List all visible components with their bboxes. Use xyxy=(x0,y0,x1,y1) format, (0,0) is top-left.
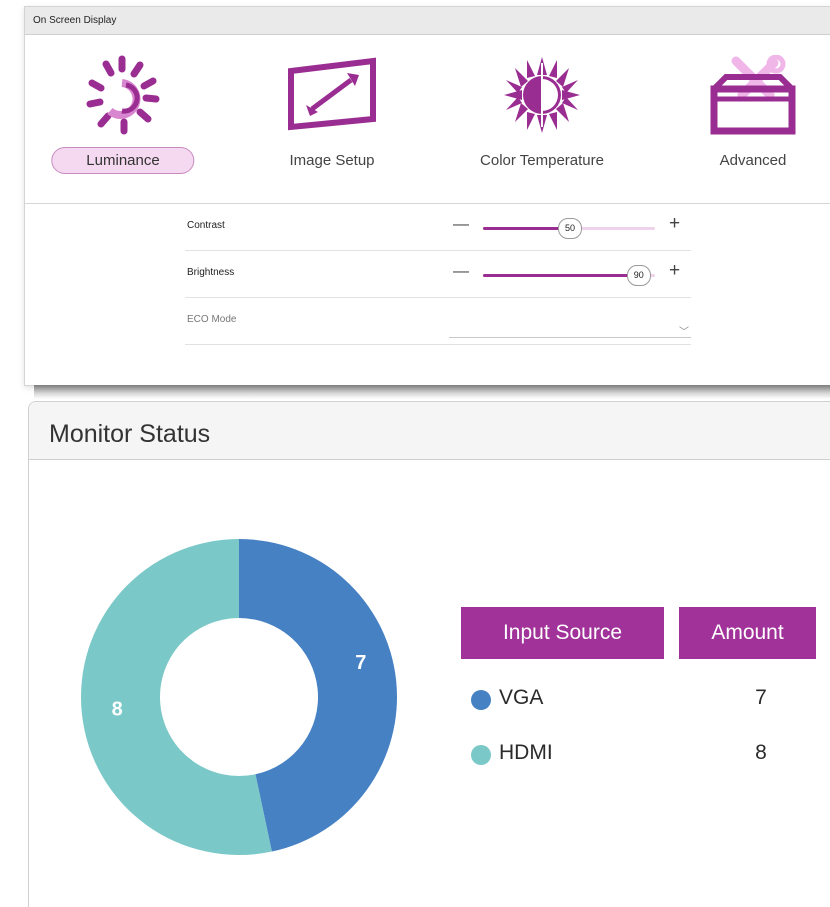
osd-titlebar: On Screen Display xyxy=(25,7,830,35)
brightness-decrease-button[interactable]: — xyxy=(453,263,469,281)
settings-list: Contrast — 50 + Brightness — 90 + ECO Mo… xyxy=(185,204,691,345)
panel-separator xyxy=(34,385,830,399)
tab-advanced[interactable]: Advanced xyxy=(655,35,830,203)
eco-mode-label: ECO Mode xyxy=(187,314,237,325)
osd-panel: On Screen Display Luminance Image Setup … xyxy=(24,6,830,386)
setting-row-eco-mode: ECO Mode ﹀ xyxy=(185,298,691,345)
brightness-slider-fill xyxy=(483,274,638,277)
contrast-increase-button[interactable]: + xyxy=(669,213,680,235)
input-source-donut-chart: 78 xyxy=(81,539,398,855)
legend-dot-hdmi xyxy=(471,745,491,765)
setting-row-contrast: Contrast — 50 + xyxy=(185,204,691,251)
monitor-status-title: Monitor Status xyxy=(49,420,211,448)
monitor-status-panel: Monitor Status 78 Input Source Amount VG… xyxy=(28,401,830,907)
osd-tabs: Luminance Image Setup Color Temperature … xyxy=(25,35,830,203)
chevron-down-icon: ﹀ xyxy=(679,327,689,338)
tab-color-temperature-label: Color Temperature xyxy=(480,152,604,169)
legend-header-input-source: Input Source xyxy=(461,607,664,659)
color-temperature-icon xyxy=(497,55,587,140)
tab-luminance[interactable]: Luminance xyxy=(25,35,221,203)
contrast-decrease-button[interactable]: — xyxy=(453,216,469,234)
setting-row-brightness: Brightness — 90 + xyxy=(185,251,691,298)
donut-label-vga: 7 xyxy=(355,652,366,674)
tab-image-setup-label: Image Setup xyxy=(289,152,375,169)
contrast-slider-fill xyxy=(483,227,569,230)
legend-dot-vga xyxy=(471,690,491,710)
brightness-slider-thumb[interactable]: 90 xyxy=(626,265,651,286)
legend-name-hdmi: HDMI xyxy=(499,741,553,764)
image-setup-icon xyxy=(287,55,377,140)
donut-label-hdmi: 8 xyxy=(112,699,123,721)
tab-color-temperature[interactable]: Color Temperature xyxy=(439,35,645,203)
contrast-slider[interactable]: 50 xyxy=(483,218,655,239)
tab-image-setup[interactable]: Image Setup xyxy=(237,35,427,203)
legend-header-amount: Amount xyxy=(679,607,816,659)
brightness-label: Brightness xyxy=(187,267,235,278)
luminance-icon xyxy=(78,55,168,140)
contrast-slider-thumb[interactable]: 50 xyxy=(558,218,582,239)
legend-amount-vga: 7 xyxy=(755,686,767,709)
eco-mode-dropdown[interactable]: ﹀ xyxy=(449,320,691,338)
brightness-increase-button[interactable]: + xyxy=(669,260,680,282)
osd-title: On Screen Display xyxy=(33,15,117,26)
tab-advanced-label: Advanced xyxy=(719,152,787,169)
legend-amount-hdmi: 8 xyxy=(755,741,767,764)
legend-row-hdmi: HDMI 8 xyxy=(471,741,801,771)
brightness-slider[interactable]: 90 xyxy=(483,265,655,286)
legend-name-vga: VGA xyxy=(499,686,544,709)
contrast-label: Contrast xyxy=(187,220,225,231)
donut-slice-vga xyxy=(239,539,398,852)
legend-row-vga: VGA 7 xyxy=(471,686,801,716)
tab-luminance-label: Luminance xyxy=(51,147,195,174)
advanced-toolbox-icon xyxy=(708,54,798,140)
